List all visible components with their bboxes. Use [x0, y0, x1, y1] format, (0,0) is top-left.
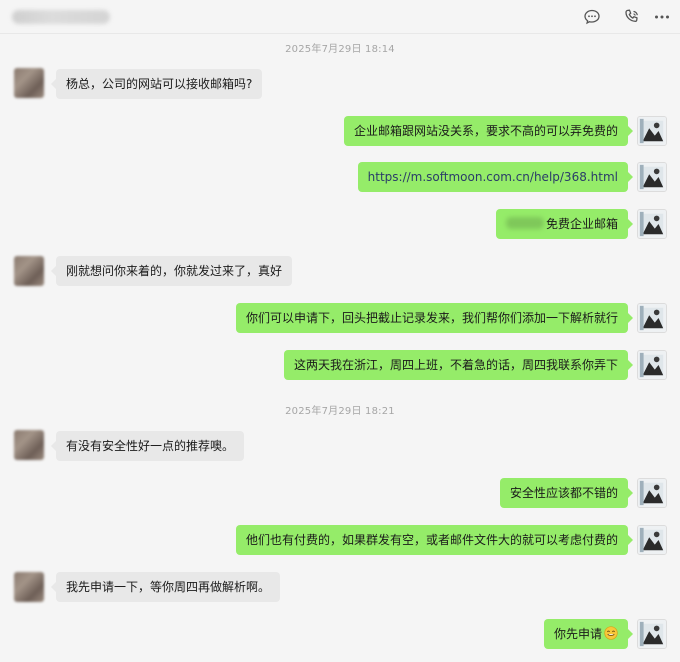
- contact-avatar[interactable]: [14, 430, 44, 460]
- message-bubble-incoming[interactable]: 我先申请一下，等你周四再做解析啊。: [50, 572, 281, 602]
- message-bubble-outgoing[interactable]: 这两天我在浙江，周四上班，不着急的话，周四我联系你弄下: [283, 350, 634, 380]
- smile-emoji-icon: [604, 626, 618, 640]
- chat-header: [0, 0, 680, 34]
- timestamp: 2025年7月29日 18:21: [285, 406, 395, 417]
- message-bubble-outgoing[interactable]: https://m.softmoon.com.cn/help/368.html: [357, 162, 634, 192]
- my-avatar[interactable]: [637, 303, 667, 333]
- my-avatar[interactable]: [637, 209, 667, 239]
- message-link[interactable]: https://m.softmoon.com.cn/help/368.html: [368, 170, 618, 184]
- chat-bubble-icon[interactable]: [582, 7, 602, 27]
- timestamp: 2025年7月29日 18:14: [285, 44, 395, 55]
- message-bubble-outgoing[interactable]: 他们也有付费的，如果群发有空，或者邮件文件大的就可以考虑付费的: [235, 525, 634, 555]
- message-bubble-outgoing[interactable]: 你们可以申请下，回头把截止记录发来，我们帮你们添加一下解析就行: [235, 303, 634, 333]
- contact-avatar[interactable]: [14, 256, 44, 286]
- my-avatar[interactable]: [637, 478, 667, 508]
- phone-icon[interactable]: [622, 7, 642, 27]
- message-bubble-outgoing[interactable]: 免费企业邮箱: [495, 209, 634, 239]
- my-avatar[interactable]: [637, 525, 667, 555]
- redacted-text: [505, 217, 544, 229]
- message-bubble-incoming[interactable]: 杨总，公司的网站可以接收邮箱吗?: [50, 69, 263, 99]
- my-avatar[interactable]: [637, 619, 667, 649]
- message-text: 免费企业邮箱: [545, 217, 618, 231]
- my-avatar[interactable]: [637, 350, 667, 380]
- message-bubble-outgoing[interactable]: 你先申请: [543, 619, 634, 649]
- my-avatar[interactable]: [637, 116, 667, 146]
- my-avatar[interactable]: [637, 162, 667, 192]
- chat-title-redacted: [12, 10, 110, 24]
- contact-avatar[interactable]: [14, 572, 44, 602]
- message-bubble-incoming[interactable]: 有没有安全性好一点的推荐噢。: [50, 431, 245, 461]
- message-bubble-outgoing[interactable]: 安全性应该都不错的: [499, 478, 634, 508]
- contact-avatar[interactable]: [14, 68, 44, 98]
- message-bubble-incoming[interactable]: 刚就想问你来着的，你就发过来了，真好: [50, 256, 293, 286]
- message-bubble-outgoing[interactable]: 企业邮箱跟网站没关系，要求不高的可以弄免费的: [343, 116, 634, 146]
- more-icon[interactable]: [652, 7, 672, 27]
- message-text: 你先申请: [553, 627, 602, 641]
